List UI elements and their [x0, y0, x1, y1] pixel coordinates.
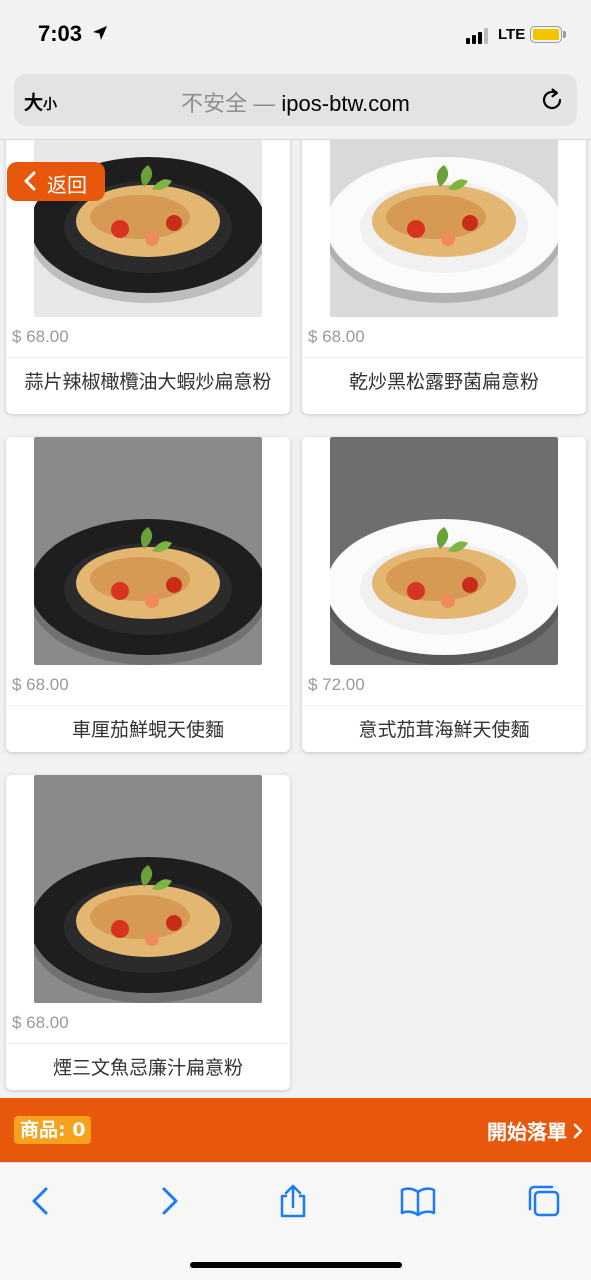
- tabs-icon[interactable]: [526, 1183, 562, 1219]
- product-card[interactable]: $ 68.00 乾炒黑松露野菌扁意粉: [302, 140, 586, 414]
- status-bar: 7:03 LTE: [0, 0, 591, 66]
- product-name: 蒜片辣椒橄欖油大蝦炒扁意粉: [24, 371, 272, 393]
- product-name: 意式茄茸海鮮天使麵: [358, 719, 530, 741]
- reload-icon[interactable]: [539, 87, 565, 113]
- product-card[interactable]: $ 72.00 意式茄茸海鮮天使麵: [302, 437, 586, 752]
- product-price: $ 68.00: [308, 327, 365, 346]
- battery-icon: [530, 26, 562, 43]
- back-label: 返回: [47, 173, 87, 197]
- share-icon[interactable]: [275, 1183, 311, 1219]
- location-arrow-icon: [93, 26, 107, 40]
- start-order-button[interactable]: 開始落單: [487, 1116, 583, 1145]
- dish-photo: [330, 140, 558, 317]
- product-price: $ 68.00: [12, 1013, 69, 1032]
- start-order-label: 開始落單: [487, 1120, 567, 1144]
- url-domain: ipos-btw.com: [281, 91, 410, 116]
- back-icon[interactable]: [24, 1183, 60, 1219]
- product-name: 乾炒黑松露野菌扁意粉: [348, 371, 539, 393]
- back-button[interactable]: 返回: [7, 162, 105, 201]
- dish-photo: [34, 437, 262, 665]
- network-type: LTE: [498, 26, 526, 43]
- dish-photo: [34, 775, 262, 1003]
- order-bar: 商品: 0 開始落單: [0, 1098, 591, 1162]
- bookmarks-icon[interactable]: [400, 1183, 436, 1219]
- dish-photo: [330, 437, 558, 665]
- insecure-label: 不安全 —: [181, 91, 276, 116]
- clock: 7:03: [38, 21, 83, 46]
- address-bar[interactable]: 大小 不安全 — ipos-btw.com: [14, 74, 577, 126]
- product-card[interactable]: $ 68.00 煙三文魚忌廉汁扁意粉: [6, 775, 290, 1090]
- signal-icon: [466, 28, 492, 44]
- chevron-right-icon: [573, 1123, 583, 1139]
- product-name: 車厘茄鮮蜆天使麵: [71, 719, 224, 741]
- product-price: $ 68.00: [12, 675, 69, 694]
- url-display[interactable]: 不安全 — ipos-btw.com: [14, 86, 577, 118]
- forward-icon[interactable]: [150, 1183, 186, 1219]
- cart-count-badge[interactable]: 商品: 0: [14, 1116, 92, 1144]
- screen: 7:03 LTE 大小 不安全 — ipos-btw.com $ 68.00 蒜片…: [0, 0, 591, 1280]
- product-price: $ 68.00: [12, 327, 69, 346]
- product-card[interactable]: $ 68.00 車厘茄鮮蜆天使麵: [6, 437, 290, 752]
- product-grid: $ 68.00 蒜片辣椒橄欖油大蝦炒扁意粉 $ 68.00 乾炒黑松露野菌扁意粉 $ 6…: [0, 140, 591, 1100]
- product-name: 煙三文魚忌廉汁扁意粉: [52, 1057, 243, 1079]
- chevron-left-icon: [24, 171, 36, 191]
- home-indicator: [190, 1262, 402, 1268]
- product-price: $ 72.00: [308, 675, 365, 694]
